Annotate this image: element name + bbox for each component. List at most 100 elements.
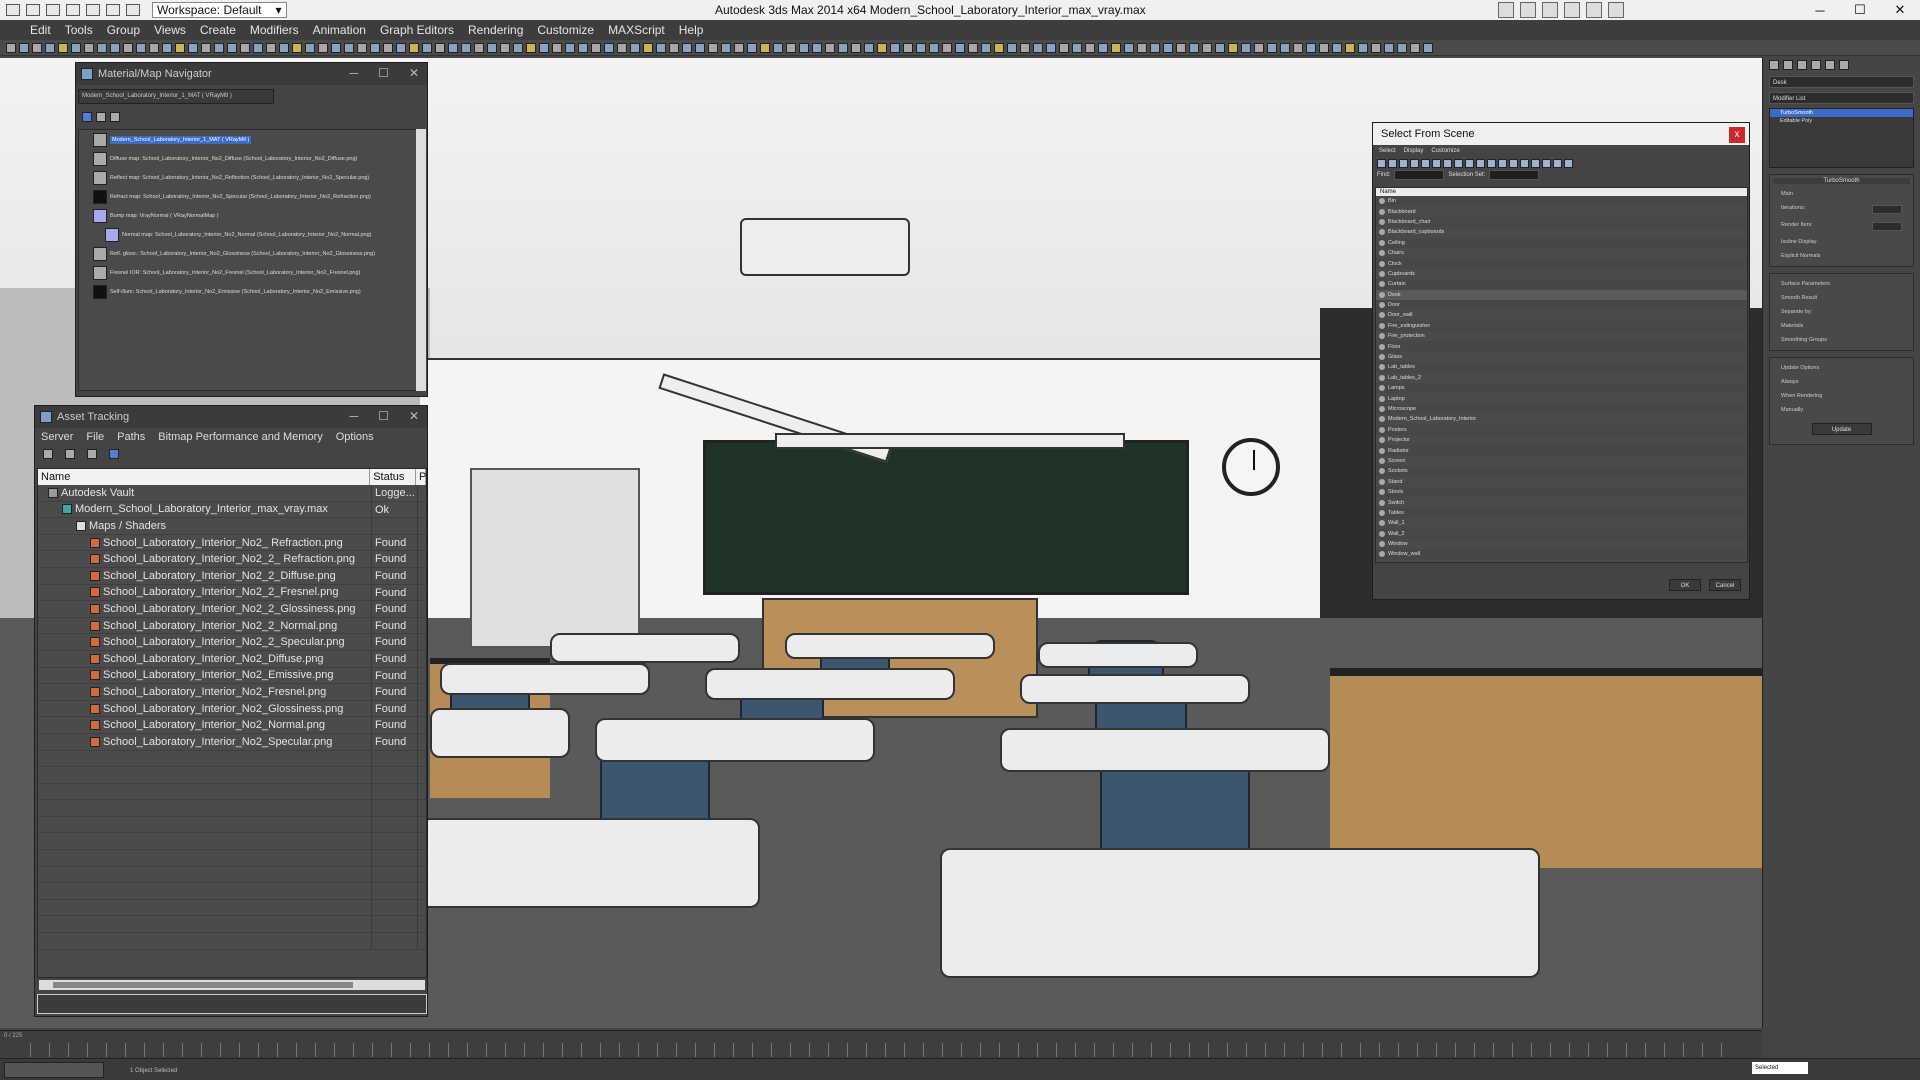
- list-item[interactable]: Cupboards: [1376, 269, 1747, 279]
- toolbar-button-icon[interactable]: [292, 42, 302, 53]
- motion-tab-icon[interactable]: [1811, 60, 1821, 70]
- filter-toggle-icon[interactable]: [1509, 158, 1518, 168]
- list-item[interactable]: Glass: [1376, 352, 1747, 362]
- asset-tracking-titlebar[interactable]: Asset Tracking ─ ☐ ✕: [35, 406, 427, 428]
- toolbar-button-icon[interactable]: [929, 42, 939, 53]
- toolbar-button-icon[interactable]: [344, 42, 354, 53]
- sfs-menu-display[interactable]: Display: [1404, 148, 1424, 154]
- workspace-dropdown[interactable]: Workspace: Default ▾: [152, 2, 287, 18]
- list-item[interactable]: Laptop: [1376, 393, 1747, 403]
- asset-menu-file[interactable]: File: [86, 431, 104, 443]
- filter-toggle-icon[interactable]: [1388, 158, 1397, 168]
- map-item[interactable]: Normal map: School_Laboratory_Interior_N…: [79, 225, 418, 244]
- map-item[interactable]: Reflect map: School_Laboratory_Interior_…: [79, 168, 418, 187]
- toolbar-button-icon[interactable]: [1150, 42, 1160, 53]
- toolbar-button-icon[interactable]: [669, 42, 679, 53]
- filter-toggle-icon[interactable]: [1520, 158, 1529, 168]
- toolbar-button-icon[interactable]: [266, 42, 276, 53]
- toolbar-button-icon[interactable]: [1007, 42, 1017, 53]
- table-row[interactable]: School_Laboratory_Interior_No2_Fresnel.p…: [38, 684, 426, 701]
- list-item[interactable]: Fire_extinguisher: [1376, 320, 1747, 332]
- toolbar-button-icon[interactable]: [916, 42, 926, 53]
- view-list-icon[interactable]: [82, 112, 92, 122]
- toolbar-button-icon[interactable]: [1033, 42, 1043, 53]
- list-item[interactable]: Sockets: [1376, 466, 1747, 477]
- menu-edit[interactable]: Edit: [30, 23, 51, 37]
- toolbar-button-icon[interactable]: [656, 42, 666, 53]
- toolbar-button-icon[interactable]: [1111, 42, 1121, 53]
- toolbar-button-icon[interactable]: [747, 42, 757, 53]
- menu-modifiers[interactable]: Modifiers: [250, 23, 299, 37]
- toolbar-button-icon[interactable]: [201, 42, 211, 53]
- list-item[interactable]: Wall_1: [1376, 518, 1747, 528]
- toolbar-button-icon[interactable]: [721, 42, 731, 53]
- toolbar-button-icon[interactable]: [318, 42, 328, 53]
- filter-toggle-icon[interactable]: [1498, 158, 1507, 168]
- menu-group[interactable]: Group: [107, 23, 140, 37]
- toolbar-button-icon[interactable]: [461, 42, 471, 53]
- toolbar-button-icon[interactable]: [136, 42, 146, 53]
- toolbar-button-icon[interactable]: [994, 42, 1004, 53]
- toolbar-button-icon[interactable]: [1384, 42, 1394, 53]
- selection-set-dropdown[interactable]: [1489, 170, 1540, 180]
- toolbar-button-icon[interactable]: [214, 42, 224, 53]
- toolbar-button-icon[interactable]: [97, 42, 107, 53]
- maximize-button[interactable]: ☐: [1840, 0, 1880, 20]
- binoculars-icon[interactable]: [1520, 2, 1536, 18]
- toolbar-button-icon[interactable]: [435, 42, 445, 53]
- toolbar-button-icon[interactable]: [370, 42, 380, 53]
- toolbar-button-icon[interactable]: [448, 42, 458, 53]
- toolbar-button-icon[interactable]: [71, 42, 81, 53]
- table-row[interactable]: School_Laboratory_Interior_No2_2_Fresnel…: [38, 584, 426, 602]
- toolbar-button-icon[interactable]: [474, 42, 484, 53]
- table-row[interactable]: School_Laboratory_Interior_No2_ Refracti…: [38, 534, 426, 552]
- filter-toggle-icon[interactable]: [1465, 158, 1474, 168]
- toolbar-button-icon[interactable]: [110, 42, 120, 53]
- modifier-stack-item[interactable]: TurboSmooth: [1770, 109, 1913, 117]
- list-item[interactable]: Lab_tables_2: [1376, 373, 1747, 383]
- list-item[interactable]: Door_wall: [1376, 310, 1747, 320]
- filter-toggle-icon[interactable]: [1399, 158, 1408, 168]
- filter-toggle-icon[interactable]: [1542, 158, 1551, 168]
- filter-toggle-icon[interactable]: [1531, 158, 1540, 168]
- asset-menu-paths[interactable]: Paths: [117, 431, 145, 443]
- menu-views[interactable]: Views: [154, 23, 186, 37]
- toolbar-button-icon[interactable]: [1371, 42, 1381, 53]
- selection-filter-dropdown[interactable]: Selected: [1752, 1062, 1808, 1074]
- toolbar-button-icon[interactable]: [162, 42, 172, 53]
- asset-path-field[interactable]: [37, 994, 427, 1014]
- column-header-status[interactable]: Status: [370, 469, 416, 485]
- minimize-button[interactable]: ─: [1800, 0, 1840, 20]
- list-item[interactable]: Tables: [1376, 507, 1747, 519]
- map-item[interactable]: Self-illum: School_Laboratory_Interior_N…: [79, 282, 418, 301]
- toolbar-button-icon[interactable]: [1163, 42, 1173, 53]
- toolbar-button-icon[interactable]: [578, 42, 588, 53]
- toolbar-button-icon[interactable]: [695, 42, 705, 53]
- toolbar-button-icon[interactable]: [331, 42, 341, 53]
- toolbar-button-icon[interactable]: [188, 42, 198, 53]
- filter-toggle-icon[interactable]: [1454, 158, 1463, 168]
- sfs-menu-customize[interactable]: Customize: [1431, 148, 1459, 154]
- dialog-close-button[interactable]: x: [1729, 127, 1745, 143]
- maximize-button[interactable]: ☐: [378, 409, 389, 423]
- toolbar-button-icon[interactable]: [175, 42, 185, 53]
- toolbar-button-icon[interactable]: [1423, 42, 1433, 53]
- table-row[interactable]: School_Laboratory_Interior_No2_Specular.…: [38, 733, 426, 751]
- toolbar-button-icon[interactable]: [409, 42, 419, 53]
- toolbar-button-icon[interactable]: [422, 42, 432, 53]
- new-file-icon[interactable]: [26, 4, 40, 16]
- list-view-icon[interactable]: [65, 449, 75, 459]
- toolbar-button-icon[interactable]: [708, 42, 718, 53]
- toolbar-button-icon[interactable]: [552, 42, 562, 53]
- menu-maxscript[interactable]: MAXScript: [608, 23, 665, 37]
- help-icon[interactable]: [1608, 2, 1624, 18]
- toolbar-button-icon[interactable]: [1059, 42, 1069, 53]
- table-row[interactable]: School_Laboratory_Interior_No2_Diffuse.p…: [38, 650, 426, 668]
- list-item[interactable]: Stand: [1376, 477, 1747, 487]
- filter-toggle-icon[interactable]: [1421, 158, 1430, 168]
- track-bar[interactable]: [30, 1043, 1740, 1057]
- filter-toggle-icon[interactable]: [1410, 158, 1419, 168]
- toolbar-button-icon[interactable]: [760, 42, 770, 53]
- toolbar-button-icon[interactable]: [682, 42, 692, 53]
- toolbar-button-icon[interactable]: [253, 42, 263, 53]
